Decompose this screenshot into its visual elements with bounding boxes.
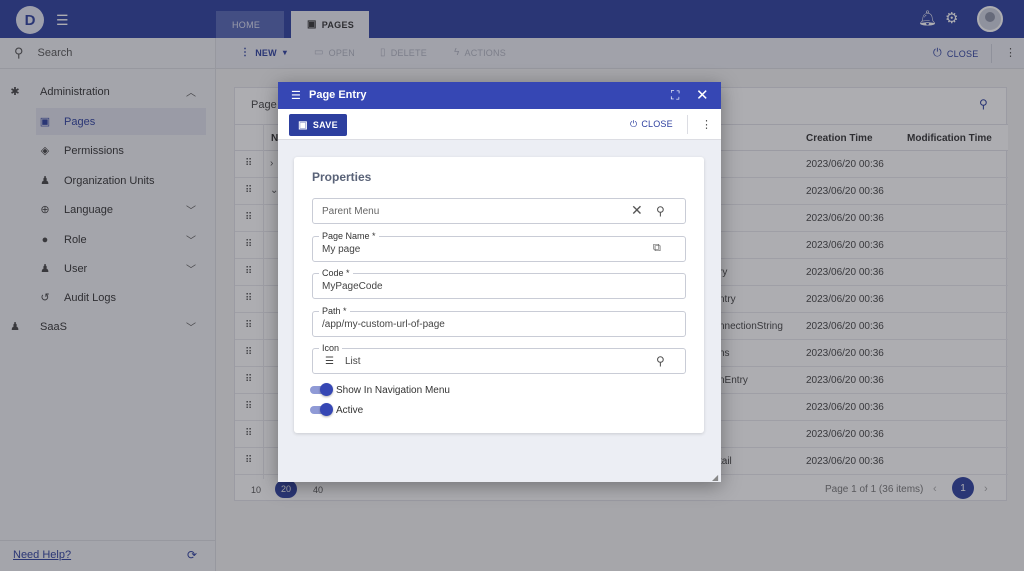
code-label: Code *: [319, 268, 353, 278]
path-value: /app/my-custom-url-of-page: [322, 319, 445, 330]
toolbar-divider: [687, 115, 688, 134]
code-field[interactable]: Code * MyPageCode: [312, 268, 686, 299]
active-toggle[interactable]: Active: [310, 403, 364, 416]
path-label: Path *: [319, 306, 350, 316]
dialog-close-label: CLOSE: [641, 119, 673, 129]
translate-icon[interactable]: ⧉: [653, 242, 661, 255]
active-label: Active: [336, 404, 364, 416]
page-name-label: Page Name *: [319, 231, 379, 241]
path-field[interactable]: Path * /app/my-custom-url-of-page: [312, 306, 686, 337]
search-icon[interactable]: ⚲: [656, 204, 665, 218]
show-in-navigation-label: Show In Navigation Menu: [336, 384, 450, 396]
show-in-navigation-toggle[interactable]: Show In Navigation Menu: [310, 383, 450, 396]
resize-handle-icon[interactable]: ◢: [712, 473, 718, 482]
dialog-close-button[interactable]: ⏻ CLOSE: [630, 119, 673, 130]
toggle-knob: [320, 403, 333, 416]
more-options-icon[interactable]: ⋮: [701, 118, 712, 131]
maximize-icon[interactable]: ⛶: [671, 88, 679, 103]
save-button[interactable]: ▣ SAVE: [289, 114, 347, 136]
clear-icon[interactable]: ✕: [631, 202, 643, 219]
toggle-track: [310, 383, 333, 396]
power-icon: ⏻: [630, 119, 638, 129]
dialog-header: ☰ Page Entry ⛶ ✕: [278, 82, 721, 109]
save-button-label: SAVE: [312, 120, 338, 130]
icon-label: Icon: [319, 343, 343, 353]
properties-title: Properties: [312, 170, 372, 184]
toggle-knob: [320, 383, 333, 396]
page-entry-dialog: ☰ Page Entry ⛶ ✕ ▣ SAVE ⏻ CLOSE ⋮ Properti…: [278, 82, 721, 482]
close-icon[interactable]: ✕: [696, 86, 709, 104]
icon-value: List: [345, 356, 361, 367]
list-icon: ☰: [291, 90, 301, 102]
icon-field[interactable]: Icon ☰ List ⚲: [312, 343, 686, 374]
list-icon: ☰: [325, 356, 334, 367]
page-name-value: My page: [322, 244, 361, 255]
save-icon: ▣: [298, 119, 308, 131]
toggle-track: [310, 403, 333, 416]
dialog-title: Page Entry: [309, 89, 367, 101]
parent-menu-placeholder: Parent Menu: [322, 206, 380, 217]
search-icon[interactable]: ⚲: [656, 354, 665, 368]
page-name-field[interactable]: Page Name * My page ⧉: [312, 231, 686, 262]
properties-panel: Properties Parent Menu ✕ ⚲ Page Name * M…: [294, 157, 704, 433]
dialog-toolbar: ▣ SAVE ⏻ CLOSE ⋮: [278, 109, 721, 140]
parent-menu-field[interactable]: Parent Menu ✕ ⚲: [312, 198, 686, 224]
code-value: MyPageCode: [322, 281, 383, 292]
